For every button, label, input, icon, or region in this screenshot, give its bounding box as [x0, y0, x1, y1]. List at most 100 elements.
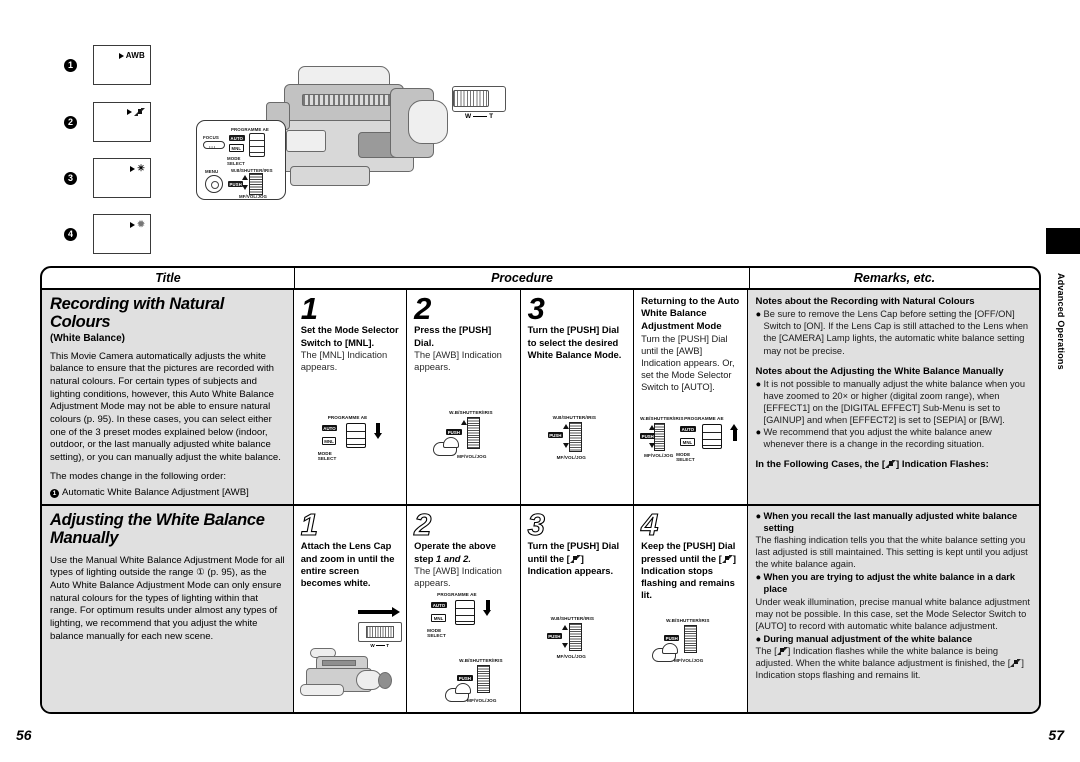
- table-row: Adjusting the White Balance Manually Use…: [42, 506, 1039, 712]
- lens-cap-zoom-diagram: W T: [299, 602, 405, 702]
- row1-remarks-cell: Notes about the Recording with Natural C…: [747, 290, 1039, 504]
- programme-ae-label: PROGRAMME AE: [684, 416, 724, 421]
- push-dial-wheel: [467, 417, 481, 449]
- remarks-bullet: ● During manual adjustment of the white …: [756, 633, 1031, 645]
- row1-step-2: 2 Press the [PUSH] Dial. The [AWB] Indic…: [407, 290, 521, 504]
- step-instruction: Operate the above step 1 and 2.: [414, 540, 496, 564]
- mode-select-label: MODE SELECT: [427, 628, 446, 639]
- manual-white-balance-icon: [776, 646, 788, 655]
- zoom-lever-grip: [365, 626, 394, 638]
- zoom-lever-detail: WT: [444, 86, 514, 122]
- play-triangle-icon: [118, 52, 124, 59]
- list-text: Automatic White Balance Adjustment [AWB]: [62, 487, 249, 499]
- focus-label: FOCUS: [203, 135, 219, 140]
- auto-chip[interactable]: AUTO: [229, 135, 245, 141]
- dial-down-arrow-icon: [562, 443, 569, 448]
- lamp-icon: ✹: [137, 219, 145, 229]
- manual-wb-indicator: [127, 108, 145, 116]
- remarks-text: When you recall the last manually adjust…: [763, 511, 1018, 534]
- row2-step-2: 2 Operate the above step 1 and 2. The [A…: [407, 506, 521, 712]
- list-item: 1 Automatic White Balance Adjustment [AW…: [50, 486, 285, 500]
- step-number: 3: [527, 291, 545, 326]
- zoom-lever-grip[interactable]: [453, 90, 489, 107]
- header-remarks: Remarks, etc.: [853, 271, 936, 285]
- row1-step-3: 3 Turn the [PUSH] Dial to select the des…: [520, 290, 635, 504]
- returning-heading: Returning to the Auto White Balance Adju…: [641, 296, 740, 332]
- section-tab-marker: [1046, 228, 1080, 254]
- step-number: 3: [527, 507, 545, 542]
- step-instruction: Set the Mode Selector Switch to [MNL].: [300, 324, 399, 348]
- mode-selector-switch: [455, 600, 476, 625]
- step-number: 2: [414, 291, 431, 326]
- white-balance-mode-list: 1 Automatic White Balance Adjustment [AW…: [50, 486, 285, 504]
- outdoor-indicator: ✳: [130, 164, 145, 173]
- mf-vol-jog-label: MF/VOL/JOG: [674, 658, 704, 663]
- manual-white-balance-icon: [721, 554, 733, 563]
- step-instruction: Attach the Lens Cap and zoom in until th…: [300, 540, 395, 589]
- mf-vol-jog-label: MF/VOL/JOG: [556, 455, 586, 460]
- up-arrow-icon: [730, 424, 739, 442]
- dial-up-arrow-icon: [242, 175, 248, 180]
- manual-white-balance-icon: [569, 554, 581, 563]
- remarks-text: When you are trying to adjust the white …: [763, 572, 1016, 595]
- push-dial-chip: PUSH: [640, 433, 656, 440]
- push-dial-chip: PUSH: [664, 635, 680, 642]
- menu-button[interactable]: [205, 175, 223, 193]
- focus-button[interactable]: •••: [203, 141, 225, 149]
- procedure-table: Title Procedure Remarks, etc. Recording …: [40, 266, 1041, 714]
- step-number: 2: [414, 507, 432, 542]
- mode-selector-switch[interactable]: [249, 133, 265, 157]
- row2-heading: Adjusting the White Balance Manually: [50, 511, 265, 547]
- remarks-text: We recommend that you adjust the white b…: [763, 427, 992, 450]
- row1-paragraph: This Movie Camera automatically adjusts …: [50, 350, 281, 463]
- mnl-chip[interactable]: MNL: [229, 144, 244, 152]
- push-dial-wheel[interactable]: [249, 173, 263, 195]
- manual-page: 1 AWB 2 3 ✳ 4 ✹ FOCUS ••• PROGRAMME AE A…: [0, 0, 1080, 762]
- dial-up-arrow-icon: [649, 425, 656, 430]
- push-dial-wheel: [654, 423, 666, 451]
- mf-vol-jog-label: MF/VOL/JOG: [644, 453, 674, 458]
- indoor-indicator: ✹: [130, 220, 145, 229]
- push-dial-wheel: [568, 422, 582, 452]
- remarks-body: The flashing indication tells you that t…: [755, 535, 1028, 570]
- row2-title-cell: Adjusting the White Balance Manually Use…: [42, 506, 294, 712]
- row1-returning-cell: Returning to the Auto White Balance Adju…: [634, 290, 748, 504]
- remarks-body: The [] Indication flashes while the whit…: [755, 645, 1024, 681]
- bullet-icon: ●: [755, 633, 762, 644]
- remarks-bullet: ● Be sure to remove the Lens Cap before …: [756, 308, 1031, 356]
- step-note: The [AWB] Indication appears.: [414, 564, 502, 589]
- row1-title-cell: Recording with Natural Colours (White Ba…: [42, 290, 294, 504]
- push-dial-turn-diagram: W.B/SHUTTER/IRIS PUSH MF/VOL/JOG: [541, 616, 615, 672]
- bullet-icon: ●: [755, 572, 762, 583]
- mode-selector-diagram: PROGRAMME AE AUTO MNL MODE SELECT: [312, 415, 398, 483]
- camcorder-illustration: FOCUS ••• PROGRAMME AE AUTO MNL MODE SELE…: [196, 58, 516, 243]
- wide-label: W: [464, 113, 472, 120]
- wb-shutter-iris-label: W.B/SHUTTER/IRIS: [666, 618, 710, 623]
- camcorder-control-panel: FOCUS ••• PROGRAMME AE AUTO MNL MODE SELE…: [196, 120, 286, 200]
- push-dial-hold-diagram: W.B/SHUTTER/IRIS PUSH MF/VOL/JOG: [652, 618, 726, 674]
- step-reference: 1 and 2.: [436, 552, 471, 564]
- remarks-heading-2: Notes about the Adjusting the White Bala…: [755, 365, 1004, 377]
- bullet-icon: ●: [755, 427, 762, 438]
- lcd-badge-4: 4: [64, 228, 77, 241]
- step-number: 4: [641, 507, 659, 542]
- list-text: Last manually adjusted White Balance set…: [62, 503, 275, 504]
- page-number-left: 56: [16, 727, 32, 743]
- returning-to-auto-diagram: W.B/SHUTTER/IRIS PUSH MF/VOL/JOG PROGRAM…: [640, 416, 746, 482]
- play-triangle-icon: [130, 165, 136, 172]
- step-instruction: Turn the [PUSH] Dial to select the desir…: [527, 324, 622, 360]
- remarks-bullet: ● It is not possible to manually adjust …: [756, 378, 1031, 426]
- bullet-icon: ●: [755, 511, 762, 521]
- camcorder-body: [262, 58, 472, 208]
- manual-white-balance-icon: [134, 108, 145, 116]
- remarks-bullet: ● We recommend that you adjust the white…: [756, 426, 1031, 450]
- top-illustration-band: 1 AWB 2 3 ✳ 4 ✹ FOCUS ••• PROGRAMME AE A…: [0, 0, 1080, 256]
- mf-vol-jog-label: MF/VOL/JOG: [467, 698, 497, 703]
- dial-up-arrow-icon: [461, 420, 468, 425]
- play-triangle-icon: [127, 109, 132, 115]
- remarks-bullet: ● When you are trying to adjust the whit…: [756, 571, 1031, 595]
- sun-icon: ✳: [137, 163, 145, 173]
- remarks-heading-1: Notes about the Recording with Natural C…: [755, 296, 975, 307]
- row1-subheading: (White Balance): [50, 332, 126, 344]
- header-title: Title: [42, 268, 295, 288]
